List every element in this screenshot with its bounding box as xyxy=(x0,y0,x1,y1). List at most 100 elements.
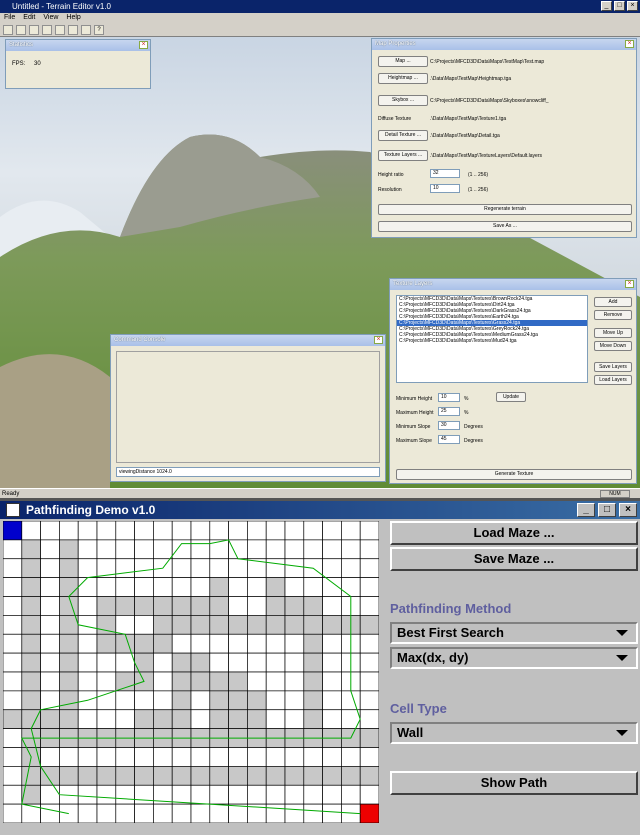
grid-cell[interactable] xyxy=(77,671,98,692)
grid-cell[interactable] xyxy=(153,803,173,823)
wall-cell[interactable] xyxy=(209,671,229,692)
grid-cell[interactable] xyxy=(3,539,23,560)
detail-texture-button[interactable]: Detail Texture ... xyxy=(378,130,428,141)
grid-cell[interactable] xyxy=(171,747,192,767)
grid-cell[interactable] xyxy=(21,521,41,541)
grid-cell[interactable] xyxy=(359,690,379,711)
wall-cell[interactable] xyxy=(303,671,323,692)
wall-cell[interactable] xyxy=(171,615,192,635)
maximize-button[interactable]: □ xyxy=(614,1,625,11)
grid-cell[interactable] xyxy=(96,652,117,673)
wall-cell[interactable] xyxy=(303,652,323,673)
wall-cell[interactable] xyxy=(209,690,229,711)
grid-cell[interactable] xyxy=(265,690,286,711)
generate-texture-button[interactable]: Generate Texture xyxy=(396,469,632,480)
grid-cell[interactable] xyxy=(134,690,154,711)
wall-cell[interactable] xyxy=(190,615,211,635)
grid-cell[interactable] xyxy=(96,803,117,823)
wall-cell[interactable] xyxy=(190,766,211,786)
grid-cell[interactable] xyxy=(3,558,23,578)
wall-cell[interactable] xyxy=(359,766,379,786)
grid-cell[interactable] xyxy=(209,558,229,578)
grid-cell[interactable] xyxy=(77,539,98,560)
paste-icon[interactable] xyxy=(68,25,78,35)
wall-cell[interactable] xyxy=(209,577,229,597)
grid-cell[interactable] xyxy=(322,521,342,541)
update-button[interactable]: Update xyxy=(496,392,526,402)
grid-cell[interactable] xyxy=(303,747,323,767)
grid-cell[interactable] xyxy=(359,558,379,578)
help-icon[interactable]: ? xyxy=(94,25,104,35)
wall-cell[interactable] xyxy=(209,709,229,729)
grid-cell[interactable] xyxy=(284,690,305,711)
wall-cell[interactable] xyxy=(59,596,79,616)
grid-cell[interactable] xyxy=(303,784,323,805)
grid-cell[interactable] xyxy=(3,728,23,748)
grid-cell[interactable] xyxy=(190,633,211,654)
wall-cell[interactable] xyxy=(59,766,79,786)
grid-cell[interactable] xyxy=(284,784,305,805)
grid-cell[interactable] xyxy=(322,690,342,711)
wall-cell[interactable] xyxy=(134,766,154,786)
grid-cell[interactable] xyxy=(3,671,23,692)
grid-cell[interactable] xyxy=(284,633,305,654)
wall-cell[interactable] xyxy=(247,615,267,635)
grid-cell[interactable] xyxy=(115,784,135,805)
grid-cell[interactable] xyxy=(322,671,342,692)
grid-cell[interactable] xyxy=(115,558,135,578)
minimize-button[interactable]: _ xyxy=(601,1,612,11)
wall-cell[interactable] xyxy=(171,652,192,673)
texture-layers-button[interactable]: Texture Layers ... xyxy=(378,150,428,161)
wall-cell[interactable] xyxy=(228,766,248,786)
grid-cell[interactable] xyxy=(341,784,361,805)
grid-cell[interactable] xyxy=(3,803,23,823)
grid-cell[interactable] xyxy=(265,747,286,767)
grid-cell[interactable] xyxy=(209,803,229,823)
wall-cell[interactable] xyxy=(77,766,98,786)
wall-cell[interactable] xyxy=(134,596,154,616)
heuristic-select[interactable]: Max(dx, dy) xyxy=(390,647,638,669)
close-icon[interactable]: × xyxy=(625,40,634,48)
grid-cell[interactable] xyxy=(134,615,154,635)
grid-cell[interactable] xyxy=(96,539,117,560)
grid-cell[interactable] xyxy=(115,615,135,635)
load-layers-button[interactable]: Load Layers xyxy=(594,375,632,385)
grid-cell[interactable] xyxy=(115,539,135,560)
wall-cell[interactable] xyxy=(40,766,60,786)
grid-cell[interactable] xyxy=(190,521,211,541)
grid-cell[interactable] xyxy=(59,747,79,767)
grid-cell[interactable] xyxy=(153,539,173,560)
wall-cell[interactable] xyxy=(303,596,323,616)
wall-cell[interactable] xyxy=(228,709,248,729)
grid-cell[interactable] xyxy=(322,803,342,823)
grid-cell[interactable] xyxy=(322,784,342,805)
wall-cell[interactable] xyxy=(59,615,79,635)
grid-cell[interactable] xyxy=(190,803,211,823)
start-cell[interactable] xyxy=(3,521,23,541)
grid-cell[interactable] xyxy=(96,784,117,805)
grid-cell[interactable] xyxy=(134,803,154,823)
wall-cell[interactable] xyxy=(209,766,229,786)
grid-cell[interactable] xyxy=(322,709,342,729)
wall-cell[interactable] xyxy=(21,766,41,786)
grid-cell[interactable] xyxy=(228,784,248,805)
grid-cell[interactable] xyxy=(134,784,154,805)
wall-cell[interactable] xyxy=(228,690,248,711)
grid-cell[interactable] xyxy=(190,577,211,597)
new-icon[interactable] xyxy=(3,25,13,35)
menu-edit[interactable]: Edit xyxy=(23,13,35,23)
close-icon[interactable]: × xyxy=(625,280,634,288)
grid-cell[interactable] xyxy=(40,652,60,673)
wall-cell[interactable] xyxy=(59,652,79,673)
grid-cell[interactable] xyxy=(77,803,98,823)
grid-cell[interactable] xyxy=(209,652,229,673)
grid-cell[interactable] xyxy=(190,709,211,729)
grid-cell[interactable] xyxy=(303,803,323,823)
console-input[interactable]: viewingDistance 1024.0 xyxy=(116,467,380,477)
grid-cell[interactable] xyxy=(40,558,60,578)
grid-cell[interactable] xyxy=(96,521,117,541)
wall-cell[interactable] xyxy=(59,558,79,578)
grid-cell[interactable] xyxy=(284,521,305,541)
wall-cell[interactable] xyxy=(359,615,379,635)
grid-cell[interactable] xyxy=(115,709,135,729)
